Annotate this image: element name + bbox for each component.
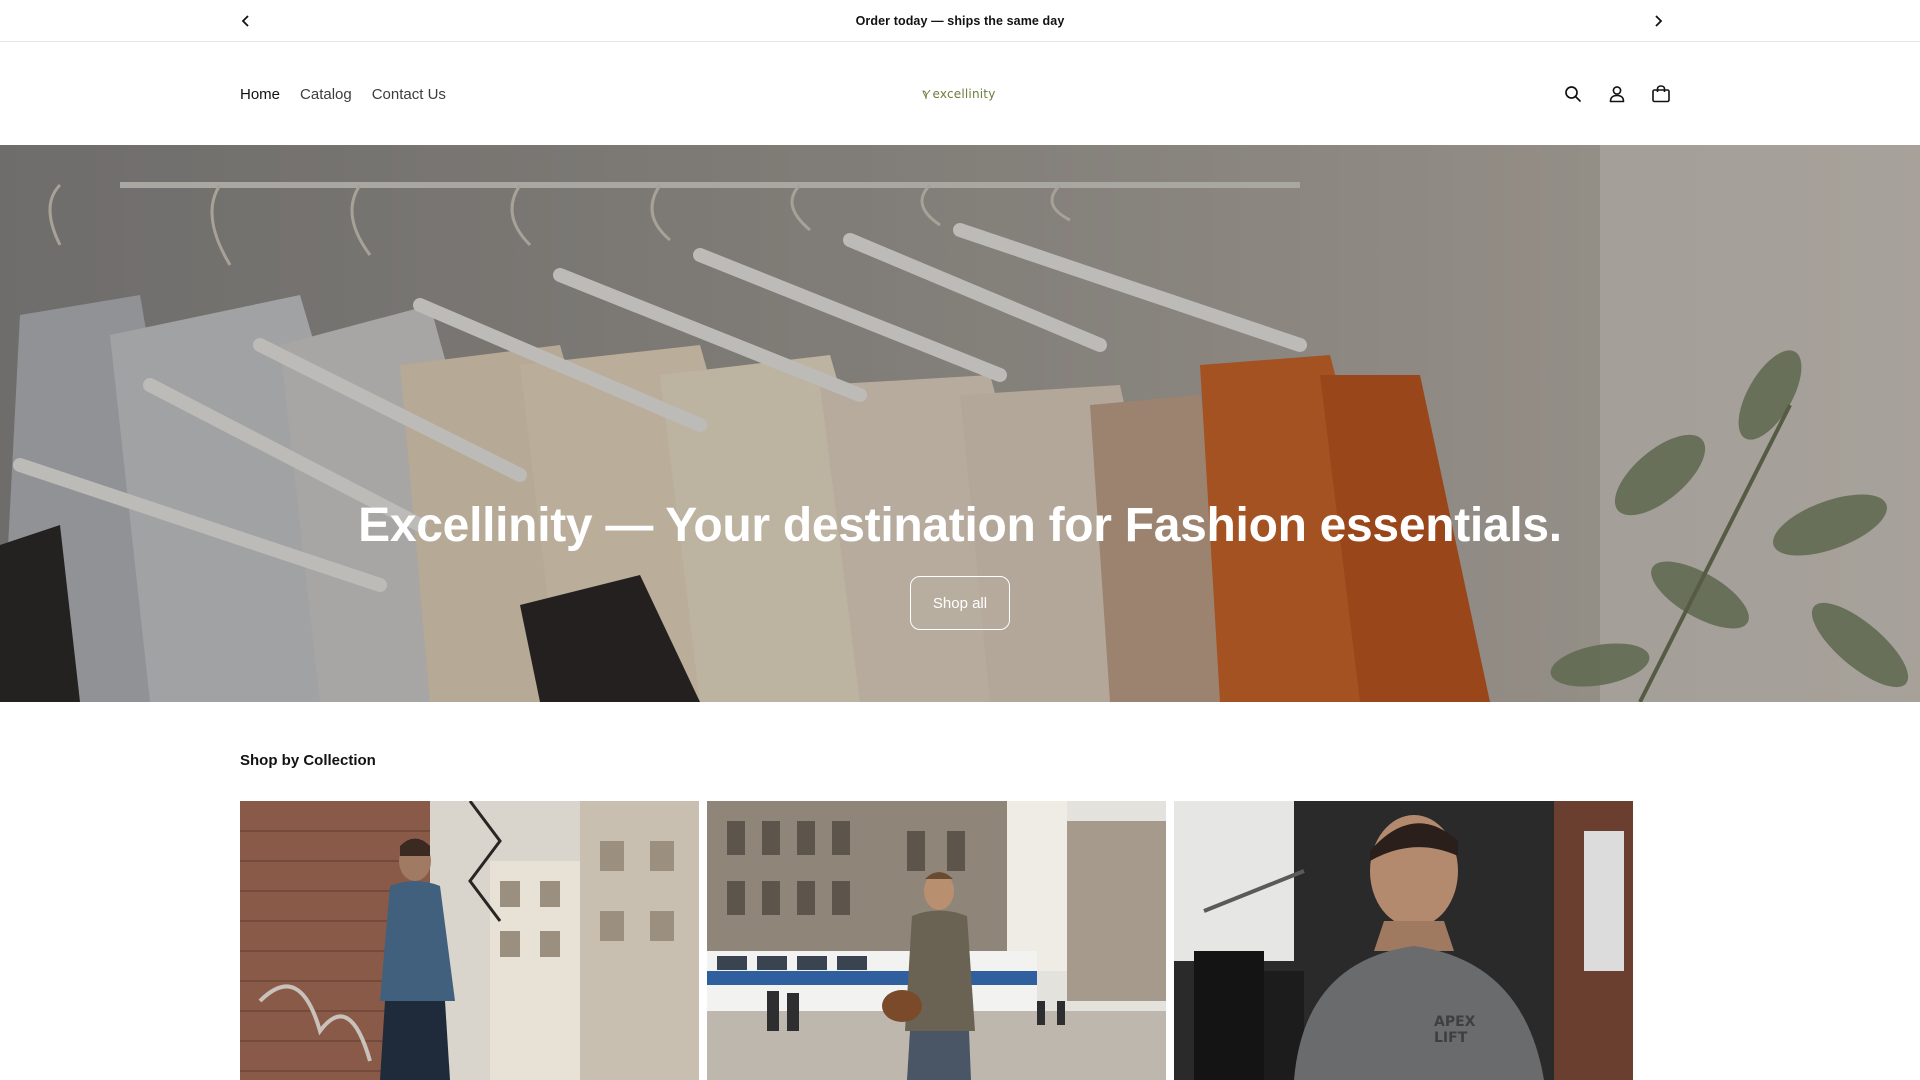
collection-card-2[interactable]: [707, 801, 1166, 1080]
cart-icon: [1652, 85, 1670, 103]
site-header: Home Catalog Contact Us excellinity: [0, 43, 1920, 145]
leaf-logo-icon: [922, 89, 930, 100]
shop-all-button[interactable]: Shop all: [910, 576, 1010, 630]
search-button[interactable]: [1560, 81, 1586, 107]
header-icons: [1560, 43, 1674, 145]
announcement-bar: Order today — ships the same day: [0, 0, 1920, 42]
account-button[interactable]: [1604, 81, 1630, 107]
svg-text:LIFT: LIFT: [1434, 1030, 1468, 1046]
svg-text:APEX: APEX: [1434, 1014, 1476, 1030]
nav-contact-us[interactable]: Contact Us: [372, 86, 446, 103]
chevron-right-icon: [1655, 15, 1663, 27]
announcement-next-button[interactable]: [1646, 9, 1670, 33]
account-icon: [1609, 86, 1625, 103]
search-icon: [1565, 86, 1581, 102]
main-nav: Home Catalog Contact Us: [240, 43, 446, 145]
collection-card-3[interactable]: APEX LIFT: [1174, 801, 1633, 1080]
collection-image-city: [707, 801, 1166, 1080]
cart-button[interactable]: [1648, 81, 1674, 107]
nav-catalog[interactable]: Catalog: [300, 86, 352, 103]
collection-card-1[interactable]: [240, 801, 699, 1080]
hero-title: Excellinity — Your destination for Fashi…: [358, 499, 1562, 552]
logo[interactable]: excellinity: [918, 83, 998, 105]
nav-home[interactable]: Home: [240, 86, 280, 103]
logo-text: excellinity: [932, 87, 996, 101]
collection-cards: APEX LIFT: [240, 801, 1633, 1080]
collections-title: Shop by Collection: [240, 752, 376, 769]
collection-image-denim: [240, 801, 699, 1080]
announcement-text: Order today — ships the same day: [855, 14, 1065, 28]
hero-banner: Excellinity — Your destination for Fashi…: [0, 145, 1920, 702]
collection-image-gym: APEX LIFT: [1174, 801, 1633, 1080]
